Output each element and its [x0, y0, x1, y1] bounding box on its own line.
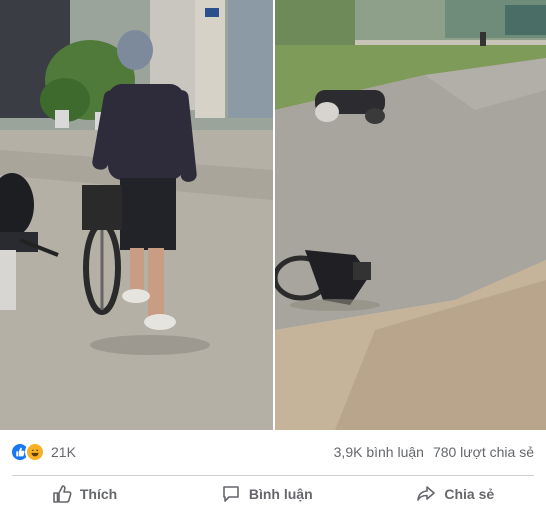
reaction-count[interactable]: 21K: [51, 444, 76, 460]
like-button[interactable]: Thích: [40, 480, 129, 508]
comment-button[interactable]: Bình luận: [209, 480, 325, 508]
photo-man-with-bicycle: [0, 0, 273, 430]
reaction-icons[interactable]: [10, 442, 45, 462]
share-count[interactable]: 780 lượt chia sẻ: [433, 444, 534, 460]
photo-crashed-motorbikes-road: [275, 0, 546, 430]
comment-count[interactable]: 3,9K bình luận: [334, 444, 424, 460]
share-button[interactable]: Chia sẻ: [404, 480, 506, 508]
comment-label: Bình luận: [248, 486, 313, 502]
share-icon: [417, 486, 436, 501]
thumbs-up-icon: [53, 485, 72, 503]
post-photo-right[interactable]: [275, 0, 546, 430]
share-label: Chia sẻ: [444, 486, 495, 502]
comment-icon: [223, 486, 239, 502]
reactions-bar: 21K 3,9K bình luận 780 lượt chia sẻ: [0, 430, 546, 474]
post-stats: 3,9K bình luận 780 lượt chia sẻ: [334, 444, 534, 460]
like-label: Thích: [79, 486, 118, 502]
haha-icon: [25, 442, 45, 462]
post-photo-left[interactable]: [0, 0, 273, 430]
post-photos: [0, 0, 546, 430]
post-actions: Thích Bình luận Chia sẻ: [0, 478, 546, 510]
divider: [12, 475, 534, 476]
